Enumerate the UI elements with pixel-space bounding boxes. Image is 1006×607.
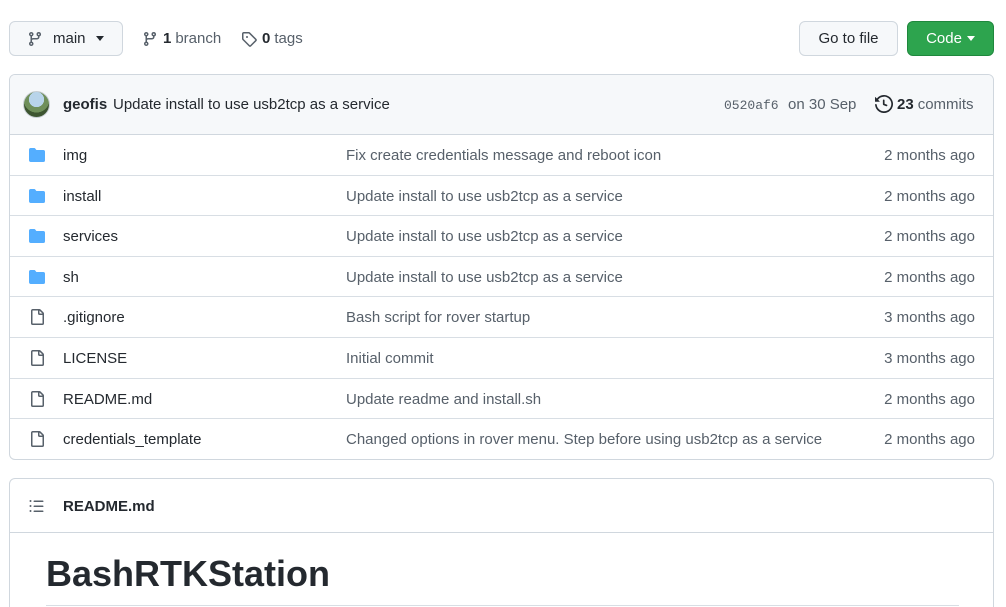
- branch-name: main: [53, 30, 86, 47]
- file-commit-message[interactable]: Changed options in rover menu. Step befo…: [346, 431, 822, 448]
- file-icon: [27, 309, 47, 326]
- file-row[interactable]: credentials_template Changed options in r…: [10, 419, 993, 459]
- go-to-file-button[interactable]: Go to file: [799, 21, 898, 56]
- file-list: geofis Update install to use usb2tcp as …: [9, 74, 994, 460]
- file-commit-age: 2 months ago: [884, 390, 975, 408]
- folder-icon: [27, 147, 47, 163]
- file-rows: img Fix create credentials message and re…: [10, 135, 993, 459]
- commit-count: 23: [897, 95, 914, 113]
- readme-panel: README.md BashRTKStation: [9, 478, 994, 607]
- file-row[interactable]: sh Update install to use usb2tcp as a ser…: [10, 257, 993, 298]
- caret-down-icon: [95, 36, 104, 41]
- file-icon: [27, 431, 47, 448]
- caret-down-icon: [966, 36, 975, 41]
- file-commit-message[interactable]: Update readme and install.sh: [346, 391, 541, 408]
- file-name-link[interactable]: services: [63, 228, 118, 245]
- author-avatar[interactable]: [23, 91, 50, 118]
- file-commit-age: 2 months ago: [884, 268, 975, 286]
- commits-history-link[interactable]: 23 commits: [875, 95, 974, 113]
- file-row[interactable]: README.md Update readme and install.sh 2 m…: [10, 379, 993, 420]
- history-icon: [875, 95, 893, 113]
- commit-sha[interactable]: 0520af6: [724, 98, 779, 113]
- tags-link[interactable]: 0 tags: [241, 21, 303, 56]
- file-name-link[interactable]: .gitignore: [63, 309, 125, 326]
- commit-date: on 30 Sep: [788, 96, 857, 113]
- folder-icon: [27, 228, 47, 244]
- commit-author[interactable]: geofis: [63, 96, 107, 113]
- file-commit-age: 3 months ago: [884, 349, 975, 367]
- file-name-link[interactable]: install: [63, 188, 101, 205]
- code-button-label: Code: [926, 30, 962, 47]
- branch-label: branch: [175, 30, 222, 47]
- readme-header: README.md: [10, 479, 993, 533]
- file-commit-age: 2 months ago: [884, 228, 975, 246]
- git-branch-icon: [28, 31, 41, 46]
- file-row[interactable]: LICENSE Initial commit 3 months ago: [10, 338, 993, 379]
- file-commit-age: 2 months ago: [884, 147, 975, 164]
- file-commit-age: 2 months ago: [884, 431, 975, 449]
- branch-select-button[interactable]: main: [9, 21, 123, 56]
- tag-label: tags: [274, 30, 303, 47]
- branch-count: 1: [163, 30, 172, 47]
- commits-label: commits: [917, 95, 974, 113]
- file-commit-age: 3 months ago: [884, 309, 975, 327]
- file-name-link[interactable]: LICENSE: [63, 350, 127, 367]
- file-name-link[interactable]: sh: [63, 269, 79, 286]
- readme-filename[interactable]: README.md: [63, 498, 155, 515]
- file-commit-message[interactable]: Update install to use usb2tcp as a servi…: [346, 269, 623, 286]
- file-row[interactable]: .gitignore Bash script for rover startup 3…: [10, 297, 993, 338]
- file-commit-message[interactable]: Fix create credentials message and reboo…: [346, 147, 661, 164]
- latest-commit-bar: geofis Update install to use usb2tcp as …: [10, 75, 993, 135]
- branches-link[interactable]: 1 branch: [142, 21, 221, 56]
- folder-icon: [27, 188, 47, 204]
- git-branch-icon: [143, 31, 156, 46]
- file-commit-message[interactable]: Bash script for rover startup: [346, 309, 530, 326]
- commit-message[interactable]: Update install to use usb2tcp as a servi…: [113, 96, 390, 113]
- file-commit-age: 2 months ago: [884, 187, 975, 205]
- file-row[interactable]: install Update install to use usb2tcp as …: [10, 176, 993, 217]
- file-commit-message[interactable]: Initial commit: [346, 350, 434, 367]
- file-commit-message[interactable]: Update install to use usb2tcp as a servi…: [346, 228, 623, 245]
- tag-count: 0: [262, 30, 271, 47]
- repo-toolbar: main 1 branch 0 tags Go to file Code: [9, 21, 994, 57]
- file-icon: [27, 390, 47, 407]
- readme-heading: BashRTKStation: [46, 553, 331, 594]
- heading-divider: [46, 605, 959, 606]
- list-unordered-icon[interactable]: [28, 498, 45, 514]
- file-name-link[interactable]: img: [63, 147, 87, 164]
- tag-icon: [242, 31, 257, 47]
- file-row[interactable]: img Fix create credentials message and re…: [10, 135, 993, 176]
- file-name-link[interactable]: credentials_template: [63, 431, 201, 448]
- file-commit-message[interactable]: Update install to use usb2tcp as a servi…: [346, 188, 623, 205]
- file-icon: [27, 349, 47, 366]
- file-row[interactable]: services Update install to use usb2tcp as…: [10, 216, 993, 257]
- folder-icon: [27, 269, 47, 285]
- code-button[interactable]: Code: [907, 21, 994, 56]
- file-name-link[interactable]: README.md: [63, 391, 152, 408]
